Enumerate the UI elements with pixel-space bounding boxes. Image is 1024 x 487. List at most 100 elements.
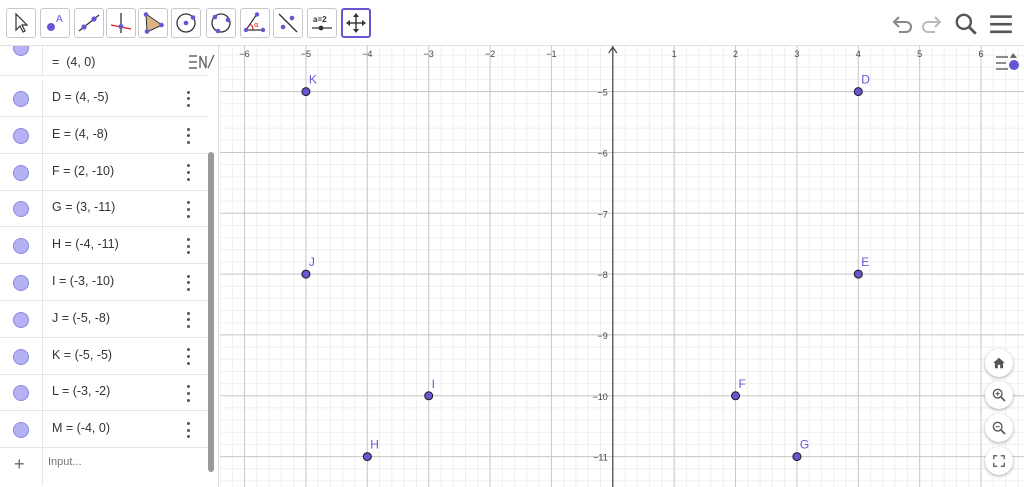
move-tool-button[interactable] xyxy=(6,8,36,38)
circle-center-tool-icon xyxy=(176,13,196,33)
visibility-toggle[interactable] xyxy=(13,164,29,181)
algebra-row-expression: J = (-5, -8) xyxy=(52,310,110,325)
x-tick-label: 2 xyxy=(733,49,738,59)
visibility-toggle[interactable] xyxy=(13,46,29,56)
point-D[interactable] xyxy=(853,87,863,97)
algebra-row-partial[interactable]: = (4, 0) xyxy=(0,46,209,76)
move-graphics-tool-icon xyxy=(346,13,366,33)
algebra-row[interactable]: K = (-5, -5) xyxy=(0,337,209,375)
visibility-toggle[interactable] xyxy=(13,422,29,439)
graphics-view[interactable]: −6 −5 −4 −3 −2 −1 1 2 3 4 5 6 −5 −6 −7 −8 −9 −10 −11 K D J E I F… xyxy=(220,46,1024,487)
fullscreen-button[interactable] xyxy=(985,447,1013,475)
visibility-toggle[interactable] xyxy=(13,275,29,291)
point-label-I: I xyxy=(432,377,435,391)
algebra-description-icon xyxy=(189,54,215,69)
algebra-row[interactable]: E = (4, -8) xyxy=(0,116,209,154)
algebra-description-toggle[interactable] xyxy=(186,50,216,74)
home-button[interactable] xyxy=(985,349,1013,377)
coordinate-plane[interactable]: −6 −5 −4 −3 −2 −1 1 2 3 4 5 6−5−6−7−8−9−10−11K DJ EI F… xyxy=(220,46,1024,487)
redo-button[interactable] xyxy=(918,10,944,38)
reflect-tool-icon xyxy=(278,13,298,33)
y-tick-label: −10 xyxy=(593,392,608,402)
visibility-toggle[interactable] xyxy=(13,311,29,328)
point-H[interactable] xyxy=(362,452,372,462)
point-E[interactable] xyxy=(853,269,863,279)
point-label-J: J xyxy=(309,255,315,269)
polygon-tool-icon xyxy=(143,12,164,34)
point-label-D: D xyxy=(861,73,870,87)
polygon-tool-button[interactable] xyxy=(138,8,168,38)
angle-tool-label: α xyxy=(254,21,259,29)
row-menu-icon[interactable] xyxy=(181,163,195,183)
line-tool-icon xyxy=(78,14,100,32)
visibility-toggle[interactable] xyxy=(13,238,29,255)
row-menu-icon[interactable] xyxy=(181,199,195,219)
algebra-row-expression: M = (-4, 0) xyxy=(52,421,110,436)
row-menu-icon[interactable] xyxy=(181,347,195,367)
algebra-input-row[interactable]: + xyxy=(0,446,209,486)
row-menu-icon[interactable] xyxy=(181,420,195,440)
algebra-row[interactable]: J = (-5, -8) xyxy=(0,300,209,338)
undo-icon xyxy=(892,16,912,33)
undo-button[interactable] xyxy=(890,10,916,38)
main-menu-button[interactable] xyxy=(986,10,1016,38)
row-menu-icon[interactable] xyxy=(181,310,195,330)
slider-tool-label: a=2 xyxy=(313,15,327,24)
algebra-row[interactable]: G = (3, -11) xyxy=(0,190,209,228)
y-tick-label: −7 xyxy=(598,209,608,219)
circle-three-points-tool-icon xyxy=(211,13,231,34)
toolbar: A α a=2 xyxy=(0,0,1024,46)
x-tick-label: −4 xyxy=(362,49,372,59)
search-button[interactable] xyxy=(952,10,980,38)
x-tick-label: 4 xyxy=(856,49,861,59)
visibility-toggle[interactable] xyxy=(13,385,29,402)
x-tick-label: 1 xyxy=(672,49,677,59)
row-menu-icon[interactable] xyxy=(181,273,195,293)
x-tick-label: 6 xyxy=(979,49,984,59)
algebra-row[interactable]: F = (2, -10) xyxy=(0,153,209,191)
algebra-row[interactable]: M = (-4, 0) xyxy=(0,411,209,449)
point-label-H: H xyxy=(370,438,379,452)
zoom-out-icon xyxy=(992,421,1006,435)
point-tool-button[interactable]: A xyxy=(40,8,70,38)
row-menu-icon[interactable] xyxy=(181,126,195,146)
slider-tool-button[interactable]: a=2 xyxy=(307,8,337,38)
angle-tool-button[interactable]: α xyxy=(240,8,270,38)
move-graphics-tool-button[interactable] xyxy=(341,8,371,38)
algebra-row-expression: G = (3, -11) xyxy=(52,200,116,215)
perpendicular-tool-icon xyxy=(110,13,132,33)
point-F[interactable] xyxy=(731,391,741,401)
line-tool-button[interactable] xyxy=(74,8,104,38)
algebra-row[interactable]: L = (-3, -2) xyxy=(0,374,209,412)
algebra-row-expression: F = (2, -10) xyxy=(52,163,115,178)
reflect-tool-button[interactable] xyxy=(273,8,303,38)
visibility-toggle[interactable] xyxy=(13,127,29,144)
algebra-input-field[interactable] xyxy=(48,456,198,468)
zoom-in-button[interactable] xyxy=(985,381,1013,409)
point-K[interactable] xyxy=(301,87,311,97)
algebra-scrollbar[interactable] xyxy=(208,152,214,472)
x-tick-label: −6 xyxy=(239,49,249,59)
visibility-toggle[interactable] xyxy=(13,348,29,365)
point-G[interactable] xyxy=(792,452,802,462)
row-menu-icon[interactable] xyxy=(181,89,195,109)
slider-tool-icon: a=2 xyxy=(312,15,332,31)
style-bar-toggle[interactable] xyxy=(993,50,1021,76)
visibility-toggle[interactable] xyxy=(13,91,29,107)
perpendicular-tool-button[interactable] xyxy=(106,8,136,38)
algebra-row[interactable]: D = (4, -5) xyxy=(0,80,209,117)
row-menu-icon[interactable] xyxy=(181,236,195,256)
zoom-out-button[interactable] xyxy=(985,414,1013,442)
point-I[interactable] xyxy=(424,391,434,401)
visibility-toggle[interactable] xyxy=(13,201,29,218)
row-menu-icon[interactable] xyxy=(181,383,195,403)
point-label-E: E xyxy=(861,255,869,269)
add-icon[interactable]: + xyxy=(14,454,25,475)
circle-three-points-tool-button[interactable] xyxy=(206,8,236,38)
algebra-view: = (4, 0) D = (4, -5) E = (4, -8) F = (2, -… xyxy=(0,46,219,487)
circle-center-tool-button[interactable] xyxy=(171,8,201,38)
move-tool-icon xyxy=(15,12,29,33)
algebra-row[interactable]: I = (-3, -10) xyxy=(0,264,209,301)
point-J[interactable] xyxy=(301,269,311,279)
algebra-row[interactable]: H = (-4, -11) xyxy=(0,227,209,265)
